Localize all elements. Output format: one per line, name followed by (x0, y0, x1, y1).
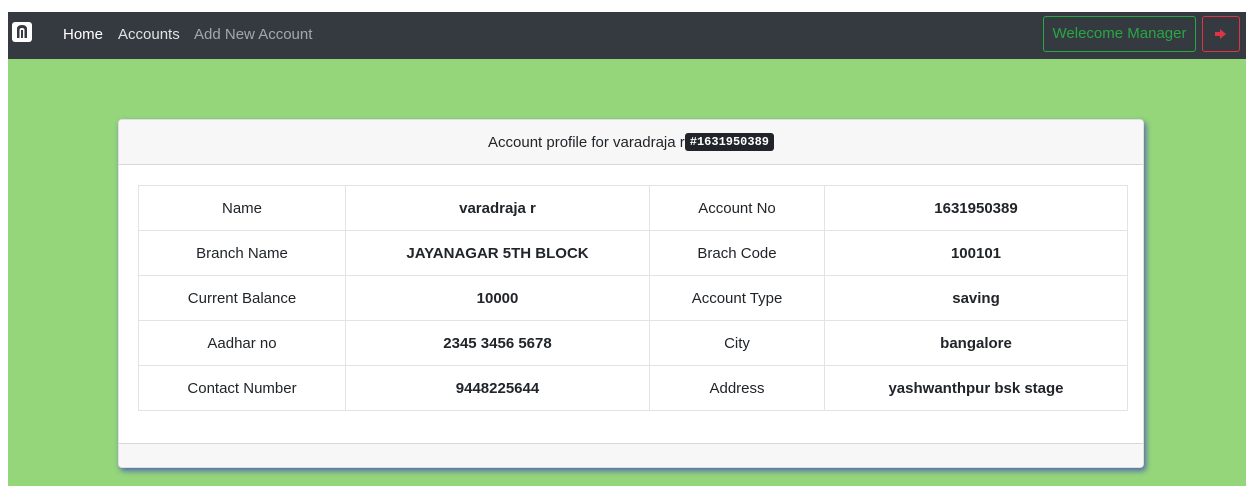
table-row: Aadhar no 2345 3456 5678 City bangalore (138, 320, 1128, 366)
app-frame: Home Accounts Add New Account Welecome M… (8, 12, 1246, 486)
field-label: Account No (649, 185, 825, 231)
field-label: Contact Number (138, 365, 346, 411)
field-value: 1631950389 (824, 185, 1128, 231)
account-number-badge: #1631950389 (684, 132, 774, 151)
top-navbar: Home Accounts Add New Account Welecome M… (8, 12, 1246, 59)
table-row: Current Balance 10000 Account Type savin… (138, 275, 1128, 321)
field-label: Name (138, 185, 346, 231)
nav-accounts[interactable]: Accounts (118, 26, 180, 44)
field-value: 2345 3456 5678 (345, 320, 650, 366)
field-label: Brach Code (649, 230, 825, 276)
nav-add-new-account[interactable]: Add New Account (194, 26, 312, 44)
field-value: JAYANAGAR 5TH BLOCK (345, 230, 650, 276)
profile-table: Name varadraja r Account No 1631950389 B… (138, 185, 1128, 411)
profile-title: Account profile for varadraja r (488, 134, 685, 151)
field-value: yashwanthpur bsk stage (824, 365, 1128, 411)
table-row: Name varadraja r Account No 1631950389 (138, 185, 1128, 231)
logout-button[interactable] (1202, 16, 1240, 52)
table-row: Branch Name JAYANAGAR 5TH BLOCK Brach Co… (138, 230, 1128, 276)
field-value: varadraja r (345, 185, 650, 231)
field-label: City (649, 320, 825, 366)
card-header: Account profile for varadraja r #16319503… (119, 120, 1143, 165)
table-row: Contact Number 9448225644 Address yashwa… (138, 365, 1128, 411)
field-value: 10000 (345, 275, 650, 321)
field-value: 9448225644 (345, 365, 650, 411)
field-value: 100101 (824, 230, 1128, 276)
card-footer (119, 443, 1143, 467)
field-value: saving (824, 275, 1128, 321)
field-label: Current Balance (138, 275, 346, 321)
bank-logo-icon[interactable] (12, 22, 32, 42)
field-label: Branch Name (138, 230, 346, 276)
field-value: bangalore (824, 320, 1128, 366)
account-profile-card: Account profile for varadraja r #16319503… (118, 119, 1144, 468)
sign-out-icon (1215, 29, 1226, 39)
welcome-manager-button[interactable]: Welecome Manager (1043, 16, 1196, 52)
field-label: Aadhar no (138, 320, 346, 366)
field-label: Account Type (649, 275, 825, 321)
field-label: Address (649, 365, 825, 411)
nav-home[interactable]: Home (63, 26, 103, 44)
